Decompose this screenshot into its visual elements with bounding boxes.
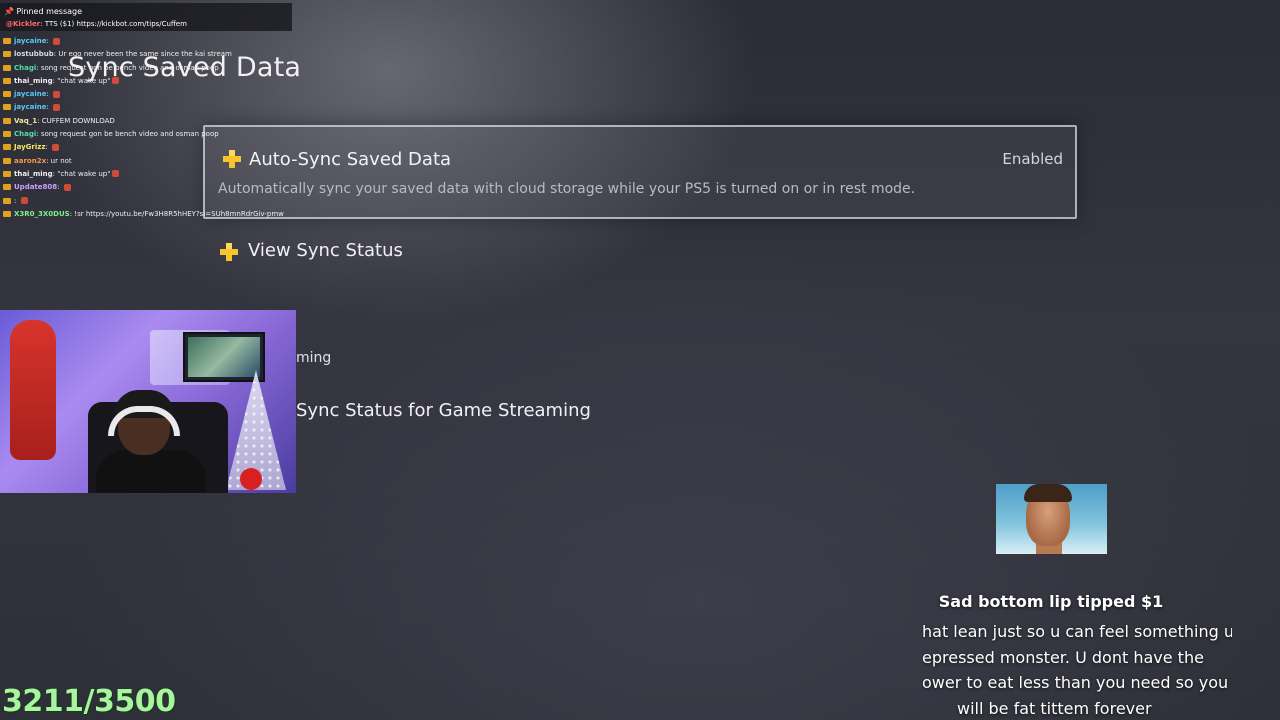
subscriber-badge-icon [3, 157, 11, 164]
chat-username[interactable]: aaron2x [14, 157, 46, 165]
chat-username[interactable]: jaycaine [14, 103, 46, 111]
chat-message-list: jaycaine: lostubbub: Ur ego never been t… [3, 35, 284, 221]
chat-username[interactable]: JayGrizz [14, 143, 45, 151]
webcam-feed [0, 310, 296, 493]
tip-message-line: hat lean just so u can feel something u [922, 622, 1232, 641]
chat-username[interactable]: thai_ming [14, 170, 53, 178]
chat-message: JayGrizz: [3, 141, 284, 154]
tip-alert-title: Sad bottom lip tipped $1 [938, 592, 1164, 611]
subscriber-badge-icon [3, 117, 11, 124]
tip-message-line: epressed monster. U dont have the [922, 647, 1204, 667]
pinned-message-title: 📌 Pinned message [4, 7, 83, 16]
chat-text: "chat wake up" [57, 76, 111, 85]
tip-goal-counter: 3211/3500 [2, 684, 176, 719]
chat-message: jaycaine: [3, 101, 284, 114]
pin-icon: 📌 [4, 7, 14, 16]
tip-message-line: ower to eat less than you need so you [922, 673, 1229, 692]
emote-icon [112, 170, 120, 178]
emote-icon [63, 183, 71, 191]
auto-sync-value: Enabled [1002, 150, 1063, 168]
chat-message: thai_ming: "chat wake up" [3, 168, 284, 181]
subscriber-badge-icon [3, 91, 11, 98]
subscriber-badge-icon [3, 197, 11, 204]
pinned-username: @Kickler [6, 20, 41, 28]
pinned-message: 📌 Pinned message @Kickler: TTS ($1) http… [0, 3, 292, 31]
game-streaming-sync-status-item[interactable]: Sync Status for Game Streaming [296, 400, 591, 421]
tip-alert-image [996, 484, 1107, 554]
chat-message: : [3, 195, 284, 208]
chat-message: jaycaine: [3, 35, 284, 48]
streamer-shirt [96, 450, 206, 493]
emote-icon [20, 197, 28, 205]
subscriber-badge-icon [3, 170, 11, 177]
view-sync-status-item[interactable]: View Sync Status [220, 240, 520, 264]
chat-message: thai_ming: "chat wake up" [3, 75, 284, 88]
emote-icon [52, 143, 60, 151]
tip-alert-message: hat lean just so u can feel something u … [922, 619, 1232, 719]
chat-username[interactable]: X3R0_3X0DUS [14, 210, 70, 218]
pinned-message-text: @Kickler: TTS ($1) https://kickbot.com/t… [6, 18, 187, 31]
chat-username[interactable]: Vaq_1 [14, 117, 37, 125]
chat-username[interactable]: jaycaine [14, 37, 46, 45]
subscriber-badge-icon [3, 77, 11, 84]
chat-text: Ur ego never been the same since the kai… [58, 50, 232, 59]
chat-username[interactable]: thai_ming [14, 77, 53, 85]
subscriber-badge-icon [3, 38, 11, 44]
chat-message: Vaq_1: CUFFEM DOWNLOAD [3, 115, 284, 128]
chat-username[interactable]: Chagi [14, 64, 36, 72]
chat-text: "chat wake up" [57, 169, 111, 178]
pinned-body: : TTS ($1) https://kickbot.com/tips/Cuff… [40, 20, 187, 28]
chat-username[interactable]: Update808 [14, 183, 57, 191]
subscriber-badge-icon [3, 144, 11, 151]
emote-icon [112, 77, 120, 85]
chat-message: lostubbub: Ur ego never been the same si… [3, 48, 284, 61]
subscriber-badge-icon [3, 184, 11, 191]
subscriber-badge-icon [3, 64, 11, 71]
chat-message: Chagi: song request gon be bench video a… [3, 62, 284, 75]
chat-text: ur not [50, 156, 72, 165]
tip-message-line: will be fat tittem forever [957, 698, 1152, 718]
emote-icon [53, 103, 61, 111]
view-sync-status-label: View Sync Status [248, 240, 403, 261]
chat-text: CUFFEM DOWNLOAD [41, 116, 115, 125]
chat-username[interactable]: lostubbub [14, 50, 54, 58]
chat-text: song request gon be bench video and osma… [40, 63, 219, 72]
emote-icon [53, 90, 61, 98]
hanging-figure [10, 320, 56, 460]
chat-message: aaron2x: ur not [3, 155, 284, 168]
chat-message: X3R0_3X0DUS: !sr https://youtu.be/Fw3H8R… [3, 208, 284, 221]
subscriber-badge-icon [3, 131, 11, 138]
chat-username[interactable]: jaycaine [14, 90, 46, 98]
ps-plus-icon [220, 243, 238, 261]
emote-icon [53, 37, 61, 45]
chat-message: jaycaine: [3, 88, 284, 101]
subscriber-badge-icon [3, 104, 11, 111]
chat-text: !sr https://youtu.be/Fw3H8R5hHEY?si=SUh8… [74, 209, 284, 218]
background-monitor [183, 332, 265, 382]
chat-message: Chagi: song request gon be bench video a… [3, 128, 284, 141]
stream-chat: 📌 Pinned message @Kickler: TTS ($1) http… [0, 0, 300, 230]
subscriber-badge-icon [3, 210, 11, 217]
partial-menu-item[interactable]: ming [296, 350, 331, 366]
chat-message: Update808: [3, 181, 284, 194]
plush-toy [240, 468, 262, 490]
auto-sync-setting[interactable]: Auto-Sync Saved Data Enabled Automatical… [203, 125, 1077, 219]
chat-username[interactable]: Chagi [14, 130, 36, 138]
subscriber-badge-icon [3, 51, 11, 58]
chat-text: song request gon be bench video and osma… [40, 130, 219, 139]
auto-sync-description: Automatically sync your saved data with … [218, 181, 916, 197]
